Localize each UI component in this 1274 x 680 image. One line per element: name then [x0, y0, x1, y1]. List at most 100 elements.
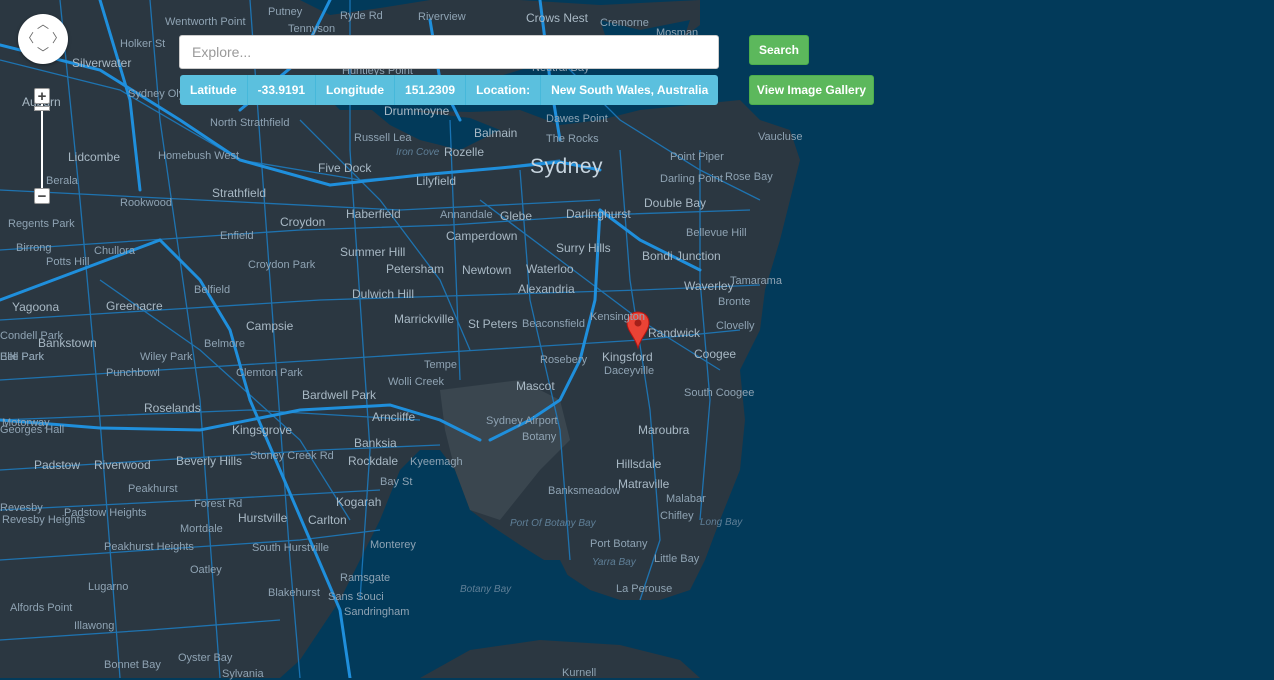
map-label: Waterloo	[526, 262, 574, 276]
map-label: Sydney	[530, 155, 604, 178]
map-label: Darling Point	[660, 173, 723, 185]
pan-left-icon[interactable]: 〈	[22, 32, 34, 44]
map-label: South Coogee	[684, 387, 755, 399]
map-label: Mortdale	[180, 523, 223, 535]
map-label: Roselands	[144, 401, 201, 415]
map-label: Birrong	[16, 242, 52, 254]
map-label: Glebe	[500, 209, 533, 223]
longitude-value: 151.2309	[395, 75, 467, 105]
map-label: Maroubra	[638, 423, 690, 437]
map-label: Oyster Bay	[178, 652, 233, 664]
map-label: Port Of Botany Bay	[510, 518, 596, 529]
map-label: Hillsdale	[616, 457, 662, 471]
map-label: La Perouse	[616, 583, 673, 595]
map-label: Stoney Creek Rd	[250, 450, 334, 462]
map-label: Wiley Park	[140, 351, 193, 363]
map-label: Bondi Junction	[642, 249, 721, 263]
map-label: Annandale	[440, 209, 493, 221]
zoom-slider-track[interactable]	[41, 104, 43, 188]
map-label: Blakehurst	[268, 587, 320, 599]
map-label: Lidcombe	[68, 150, 121, 164]
map-label: Malabar	[666, 493, 706, 505]
map-label: Bellevue Hill	[686, 227, 747, 239]
map-label: Haberfield	[346, 207, 401, 221]
map-label: Banksia	[354, 436, 397, 450]
map-label: Sandringham	[344, 606, 410, 618]
map-label: Tennyson	[288, 23, 336, 35]
pan-right-icon[interactable]: 〉	[52, 32, 64, 44]
map-label: Rockdale	[348, 454, 399, 468]
map-label: Tamarama	[730, 275, 782, 287]
map-label: Sydney Airport	[486, 415, 558, 427]
map-label: Enfield	[220, 230, 254, 242]
map-label: Banksmeadow	[548, 485, 621, 497]
map-label: Padstow	[34, 458, 81, 472]
zoom-slider-handle[interactable]	[34, 106, 50, 111]
map-label: Russell Lea	[354, 132, 412, 144]
map-label: Condell Park	[0, 330, 63, 342]
map-label: Daceyville	[604, 365, 655, 377]
map-label: Sans Souci	[328, 591, 384, 603]
map-label: Marrickville	[394, 312, 454, 326]
map-label: Chullora	[94, 245, 135, 257]
zoom-out-button[interactable]: −	[34, 188, 50, 204]
map-label: Silverwater	[72, 56, 132, 70]
map-label: Vaucluse	[758, 131, 803, 143]
longitude-label: Longitude	[316, 75, 396, 105]
pan-control[interactable]: ︿ 〈 〉 ﹀	[18, 14, 68, 64]
map-label: Monterey	[370, 539, 416, 551]
map-label: Forest Rd	[194, 498, 243, 510]
map-label: Crows Nest	[526, 11, 589, 25]
map-label: Tempe	[424, 359, 458, 371]
pan-down-icon[interactable]: ﹀	[37, 47, 49, 59]
map-label: Oatley	[190, 564, 222, 576]
map-label: Newtown	[462, 263, 512, 277]
map-label: South Hurstville	[252, 542, 330, 554]
map-label: Point Piper	[670, 151, 724, 163]
map-label: Padstow Heights	[64, 507, 147, 519]
map-label: Wolli Creek	[388, 376, 445, 388]
map-label: Camperdown	[446, 229, 518, 243]
location-value: New South Wales, Australia	[551, 83, 709, 97]
map-label: Surry Hills	[556, 241, 611, 255]
latitude-label: Latitude	[180, 75, 248, 105]
view-image-gallery-button[interactable]: View Image Gallery	[749, 75, 874, 105]
map-label: Little Bay	[654, 553, 700, 565]
map-label: Bay St	[380, 476, 413, 488]
map-label: Belfield	[194, 284, 231, 296]
map-label: Yarra Bay	[592, 557, 636, 568]
search-input[interactable]	[179, 35, 719, 69]
map-label: Chifley	[660, 510, 694, 522]
map-label: Holker St	[120, 38, 166, 50]
map-label: Iron Cove	[396, 147, 440, 158]
map-label: Alfords Point	[10, 602, 73, 614]
map-label: North Strathfield	[210, 117, 290, 129]
map-label: Kensington	[590, 311, 646, 323]
map-label: Cremorne	[600, 17, 649, 29]
map-label: Botany Bay	[460, 584, 512, 595]
zoom-in-button[interactable]: +	[34, 88, 50, 104]
location-label: Location:	[466, 75, 542, 105]
map-label: Campsie	[246, 319, 294, 333]
map-label: Sylvania	[222, 668, 264, 680]
map-label: Bronte	[718, 296, 751, 308]
map-label: Riverview	[418, 11, 466, 23]
map-label: Long Bay	[700, 517, 743, 528]
map-label: Berala	[46, 175, 78, 187]
map-label: Beaconsfield	[522, 318, 585, 330]
map-label: Regents Park	[8, 218, 75, 230]
map-label: Kyeemagh	[410, 456, 463, 468]
map-label: Croydon Park	[248, 259, 316, 271]
map-label: Rose Bay	[725, 171, 773, 183]
map-label: Punchbowl	[106, 367, 160, 379]
map-label: Putney	[268, 6, 303, 18]
map-label: Strathfield	[212, 186, 267, 200]
map-label: Darlinghurst	[566, 207, 631, 221]
pan-up-icon[interactable]: ︿	[37, 18, 49, 30]
map-label: Homebush West	[158, 150, 240, 162]
map-label: Wentworth Point	[165, 16, 246, 28]
map-label: Kingsford	[602, 350, 653, 364]
latitude-value: -33.9191	[248, 75, 317, 105]
search-button[interactable]: Search	[749, 35, 809, 65]
map-label: Riverwood	[94, 458, 151, 472]
